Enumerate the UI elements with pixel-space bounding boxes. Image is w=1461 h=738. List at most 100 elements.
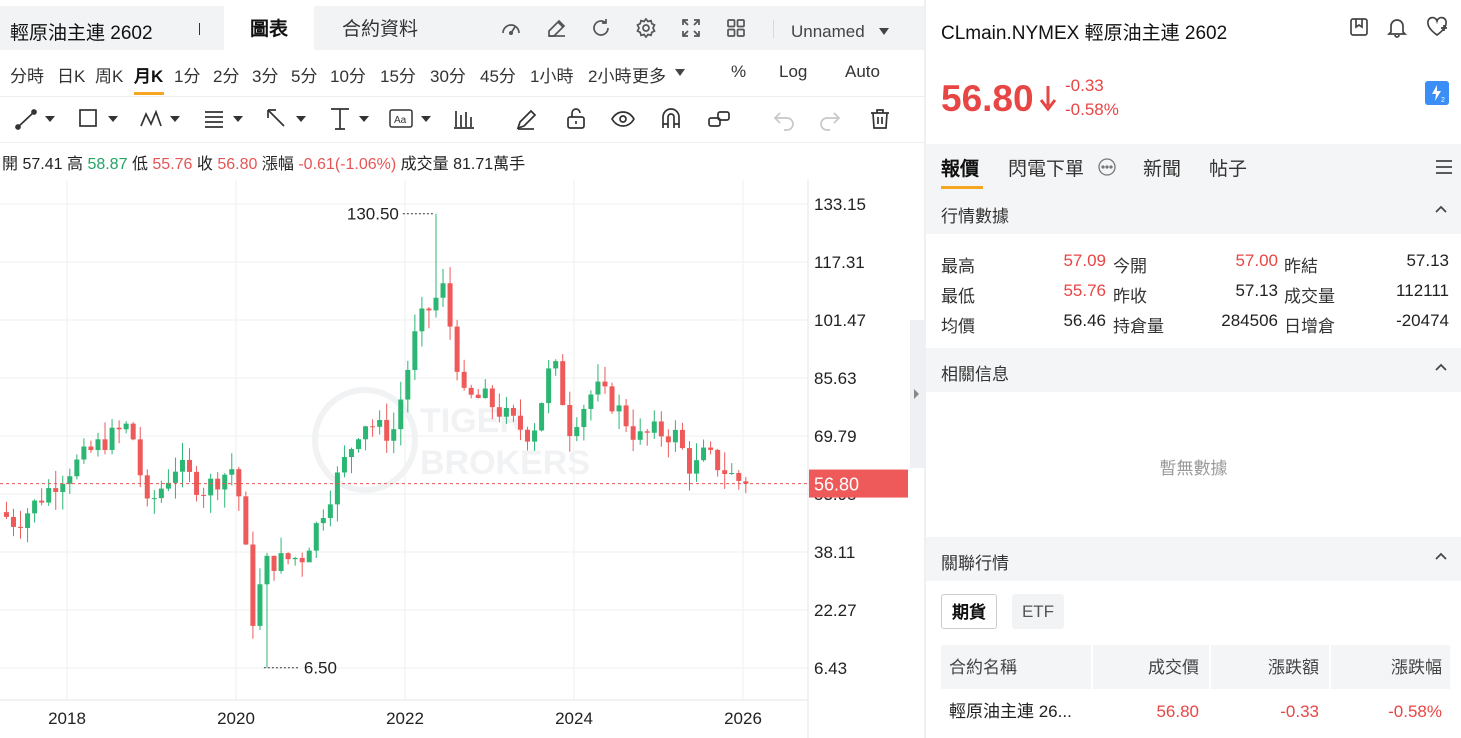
scale-auto[interactable]: Auto (845, 62, 880, 82)
column-header[interactable]: 合約名稱 (941, 645, 1091, 689)
period-1hour[interactable]: 1小時 (530, 62, 573, 87)
period-intraday[interactable]: 分時 (10, 62, 44, 87)
candle-body (370, 426, 376, 428)
period-1min[interactable]: 1分 (174, 62, 200, 87)
text-tool-icon[interactable]: Aa (388, 104, 434, 134)
speedometer-icon[interactable] (499, 16, 523, 40)
period-more[interactable]: 更多 (632, 62, 666, 87)
edit-icon[interactable] (545, 16, 569, 40)
filter-etf[interactable]: ETF (1012, 594, 1064, 629)
candle-body (271, 555, 277, 571)
lightning-badge-icon[interactable]: 2 (1425, 81, 1449, 105)
grid-layout-icon[interactable] (724, 16, 748, 40)
last-price: 56.80 (941, 78, 1034, 119)
arrow-tool-icon[interactable] (264, 104, 310, 134)
tab-quote[interactable]: 報價 (941, 154, 979, 181)
candle-body (299, 557, 305, 563)
filter-futures[interactable]: 期貨 (941, 594, 997, 629)
market-data-section-header[interactable]: 行情數據 (926, 190, 1461, 234)
tab-flash-order[interactable]: 閃電下單 (1008, 154, 1084, 181)
scale-percent[interactable]: % (731, 62, 746, 82)
period-30min[interactable]: 30分 (430, 62, 466, 87)
svg-text:Aa: Aa (394, 115, 407, 126)
fibonacci-tool-icon[interactable] (202, 104, 248, 134)
period-15min[interactable]: 15分 (380, 62, 416, 87)
active-tab-indicator (941, 186, 983, 189)
candle-body (144, 475, 150, 499)
candle-body (278, 553, 284, 571)
pattern-tool-icon[interactable] (138, 104, 184, 134)
low-value: 55.76 (152, 156, 193, 173)
gear-icon[interactable] (634, 16, 658, 40)
y-axis-tick-label: 85.63 (814, 369, 857, 388)
section-title: 行情數據 (941, 207, 1009, 226)
symbol-title: 輕原油主連 2602 (10, 23, 153, 44)
trend-line-tool-icon[interactable] (14, 104, 58, 134)
period-weekly[interactable]: 周K (95, 62, 123, 87)
period-10min[interactable]: 10分 (330, 62, 366, 87)
candle-body (10, 516, 16, 527)
rectangle-tool-icon[interactable] (76, 104, 122, 134)
candle-body (567, 405, 573, 437)
candle-body (560, 361, 566, 406)
indicator-tool-icon[interactable] (452, 104, 476, 134)
redo-icon[interactable] (818, 104, 842, 134)
bell-icon[interactable] (1386, 16, 1408, 38)
caret-down-icon[interactable] (878, 27, 890, 36)
period-daily[interactable]: 日K (57, 62, 85, 87)
close-label: 收 (196, 156, 213, 173)
scale-log[interactable]: Log (779, 62, 807, 82)
period-monthly[interactable]: 月K (134, 62, 163, 87)
trash-icon[interactable] (868, 104, 892, 134)
heart-add-icon[interactable] (1425, 16, 1449, 38)
chart-top-bar: 輕原油主連 2602 圖表 合約資料 Unnamed (0, 6, 924, 50)
candle-body (292, 557, 298, 560)
refresh-icon[interactable] (589, 16, 613, 40)
tab-news[interactable]: 新聞 (1143, 154, 1181, 181)
related-info-section-header[interactable]: 相關信息 (926, 348, 1461, 392)
chevron-up-icon[interactable] (1434, 551, 1448, 561)
quote-value: -20474 (1396, 311, 1449, 330)
eye-icon[interactable] (610, 104, 636, 134)
column-header[interactable]: 漲跌額 (1211, 645, 1329, 689)
period-2min[interactable]: 2分 (213, 62, 239, 87)
bookmark-icon[interactable] (1348, 16, 1370, 38)
tab-contract-info[interactable]: 合約資料 (314, 6, 446, 50)
menu-icon[interactable] (1435, 159, 1453, 175)
pencil-icon[interactable] (514, 104, 538, 134)
table-cell-name[interactable]: 輕原油主連 26... (941, 689, 1091, 735)
y-axis-tick-label: 117.31 (814, 253, 865, 272)
column-header[interactable]: 成交價 (1093, 645, 1209, 689)
linked-market-section-header[interactable]: 關聯行情 (926, 537, 1461, 581)
candlestick-chart[interactable]: TIGER BROKERS 130.50 6.50 133.15 117.31 101.47… (0, 180, 924, 738)
candle-body (46, 488, 52, 503)
candle-body (341, 457, 347, 473)
period-45min[interactable]: 45分 (480, 62, 516, 87)
chevron-up-icon[interactable] (1434, 204, 1448, 214)
table-cell-percent: -0.58% (1388, 702, 1442, 721)
chevron-up-icon[interactable] (1434, 362, 1448, 372)
undo-icon[interactable] (772, 104, 796, 134)
unlock-icon[interactable] (564, 104, 588, 134)
period-3min[interactable]: 3分 (252, 62, 278, 87)
candle-body (348, 449, 354, 458)
caret-down-icon[interactable] (674, 68, 686, 77)
measure-tool-icon[interactable] (328, 104, 374, 134)
tab-posts[interactable]: 帖子 (1209, 154, 1247, 181)
candle-body (320, 518, 326, 524)
candle-body (426, 308, 432, 311)
column-header[interactable]: 漲跌幅 (1331, 645, 1450, 689)
period-2hour[interactable]: 2小時 (588, 62, 631, 87)
link-icon[interactable] (707, 104, 731, 134)
tab-chart[interactable]: 圖表 (224, 6, 314, 50)
candle-body (510, 407, 516, 416)
candle-body (539, 403, 545, 431)
candle-body (546, 368, 552, 404)
fullscreen-icon[interactable] (679, 16, 703, 40)
candle-body (588, 394, 594, 409)
layout-name-dropdown[interactable]: Unnamed (791, 22, 865, 42)
more-options-icon[interactable] (1097, 157, 1117, 177)
magnet-icon[interactable] (659, 104, 683, 134)
candle-body (694, 460, 700, 474)
period-5min[interactable]: 5分 (291, 62, 317, 87)
